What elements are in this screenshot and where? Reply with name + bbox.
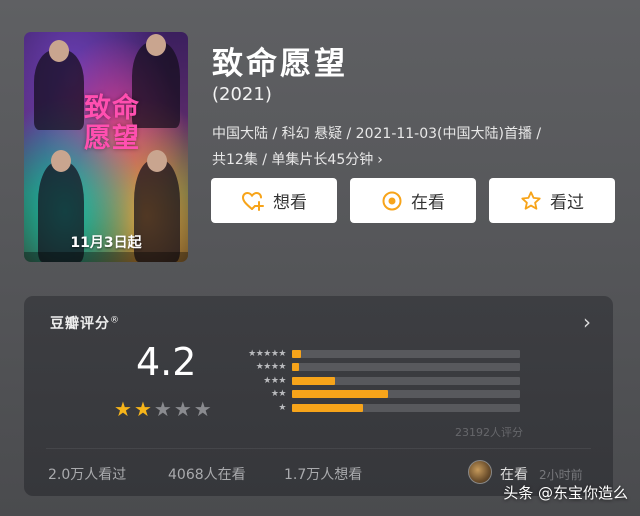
meta-line-2: 共12集 / 单集片长45分钟 › — [212, 147, 617, 173]
rating-distribution: ★★★★★ ★★★★ ★★★ ★★ ★ — [230, 347, 520, 415]
watching-count[interactable]: 4068人在看 — [168, 464, 246, 484]
distribution-bar-track — [292, 363, 520, 372]
user-status: 在看 — [500, 467, 528, 483]
distribution-bar-fill — [292, 376, 336, 385]
distribution-bar-track — [292, 390, 520, 399]
rating-distribution-row: ★★ — [230, 388, 520, 402]
rating-distribution-row: ★★★ — [230, 374, 520, 388]
distribution-bar-track — [292, 376, 520, 385]
poster-figure-head — [49, 40, 69, 62]
meta-line-2-text: 共12集 / 单集片长45分钟 — [212, 152, 374, 168]
user-time: 2小时前 — [539, 468, 583, 482]
registered-mark: ® — [110, 315, 120, 326]
rating-card[interactable]: 豆瓣评分® › 4.2 ★★★★★ ★★★★★ ★★★★ ★★★ ★★ ★ 23192人… — [24, 296, 613, 496]
avatar[interactable] — [468, 460, 492, 484]
distribution-star-label: ★★ — [270, 389, 287, 400]
distribution-bar-fill — [292, 390, 388, 399]
star-outline-icon — [520, 190, 542, 212]
movie-meta[interactable]: 中国大陆 / 科幻 悬疑 / 2021-11-03(中国大陆)首播 / 共12集… — [212, 121, 617, 173]
divider — [46, 448, 591, 449]
distribution-star-label: ★★★★ — [255, 362, 287, 373]
want-to-watch-label: 想看 — [273, 193, 307, 213]
star-empty-icon: ★ — [173, 397, 194, 421]
rating-source-text: 豆瓣评分 — [50, 316, 110, 332]
target-circle-icon — [381, 190, 403, 212]
distribution-star-label: ★★★★★ — [248, 348, 286, 359]
star-filled-icon: ★ — [133, 397, 154, 421]
poster-image[interactable]: 致命愿望 11月3日起 — [24, 32, 188, 262]
poster-figure-head — [51, 150, 71, 172]
distribution-star-label: ★★★ — [263, 375, 286, 386]
rating-distribution-row: ★★★★ — [230, 361, 520, 375]
poster-footer-strip — [24, 252, 188, 262]
star-filled-icon: ★ — [114, 397, 134, 421]
chevron-right-icon[interactable]: › — [377, 152, 383, 168]
watched-count[interactable]: 2.0万人看过 — [48, 464, 126, 484]
heart-plus-icon — [241, 190, 265, 212]
watermark: 头条 @东宝你造么 — [503, 484, 628, 502]
distribution-bar-track — [292, 349, 520, 358]
total-ratings: 23192人评分 — [455, 426, 523, 439]
meta-line-1: 中国大陆 / 科幻 悬疑 / 2021-11-03(中国大陆)首播 / — [212, 126, 542, 142]
release-year: (2021) — [212, 84, 272, 105]
distribution-bar-fill — [292, 363, 299, 372]
distribution-star-label: ★ — [278, 402, 286, 413]
distribution-bar-track — [292, 403, 520, 412]
distribution-bar-fill — [292, 349, 302, 358]
poster-figure-head — [146, 34, 166, 56]
page-title: 致命愿望 — [212, 46, 348, 82]
chevron-right-icon[interactable]: › — [583, 310, 591, 334]
star-empty-icon: ★ — [193, 397, 214, 421]
rating-distribution-row: ★★★★★ — [230, 347, 520, 361]
want-count[interactable]: 1.7万人想看 — [284, 464, 362, 484]
poster-date: 11月3日起 — [70, 235, 142, 251]
poster-title: 致命愿望 — [84, 93, 140, 154]
rating-score: 4.2 — [136, 340, 197, 384]
rating-source-label: 豆瓣评分® — [50, 313, 120, 333]
distribution-bar-fill — [292, 403, 363, 412]
watched-button[interactable]: 看过 — [489, 178, 615, 223]
rating-distribution-row: ★ — [230, 401, 520, 415]
watching-label: 在看 — [411, 193, 445, 213]
rating-stars: ★★★★★ — [114, 397, 214, 421]
want-to-watch-button[interactable]: 想看 — [211, 178, 337, 223]
watching-button[interactable]: 在看 — [350, 178, 476, 223]
star-empty-icon: ★ — [153, 397, 174, 421]
watched-label: 看过 — [550, 193, 584, 213]
